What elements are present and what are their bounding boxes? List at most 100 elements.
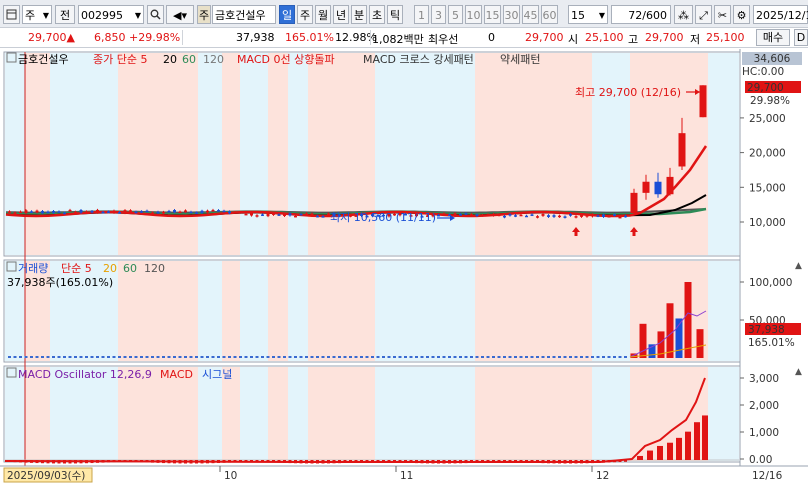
candle — [316, 215, 319, 218]
volume-bar — [277, 356, 281, 358]
scroll-up-icon[interactable]: ▲ — [795, 367, 802, 377]
candle — [503, 215, 506, 218]
period-tab-3[interactable]: 년 — [333, 5, 349, 24]
candle — [519, 214, 523, 217]
month-tick: 10 — [224, 470, 237, 482]
volume-bar — [563, 356, 567, 358]
page-count-field[interactable]: 72/600 — [611, 5, 671, 24]
candle — [68, 209, 72, 212]
volume-bar — [305, 356, 308, 358]
more-button[interactable]: D — [794, 29, 808, 46]
volume-bar — [371, 356, 374, 358]
price-tick: 20,000 — [749, 148, 786, 160]
up-arrow-icon: ▲ — [66, 31, 75, 44]
volume-bar — [448, 356, 451, 358]
volume-bar — [574, 356, 578, 358]
legend-volume-ma: 단순 5 — [61, 262, 92, 275]
buy-button[interactable]: 매수 — [756, 29, 790, 46]
volume-bar — [343, 356, 347, 358]
volume-bar — [486, 356, 490, 358]
candle — [492, 214, 495, 216]
forward-icon[interactable]: ⤢ — [695, 5, 712, 24]
candle — [85, 211, 88, 213]
stock-chart[interactable]: 25,000 20,000 15,000 10,000 100,00050,000 3… — [0, 49, 808, 485]
market-select[interactable]: 주 ▼ — [22, 5, 52, 24]
legend-macd-line: MACD — [160, 368, 193, 381]
volume-bar — [90, 356, 94, 358]
period-tab-5[interactable]: 초 — [369, 5, 385, 24]
interval-button-1[interactable]: 1 — [414, 5, 429, 24]
candle — [666, 176, 674, 195]
candle — [481, 215, 484, 217]
volume-bar — [365, 356, 369, 358]
volume-bar — [552, 356, 556, 358]
candle — [74, 211, 77, 214]
volume-bar — [112, 356, 116, 358]
stock-code-input[interactable]: 002995 ▼ — [78, 5, 144, 24]
interval-button-5[interactable]: 5 — [448, 5, 463, 24]
volume-bar — [338, 356, 341, 358]
back-icon[interactable]: ⁂ — [674, 5, 693, 24]
dropdown-arrow-icon: ▼ — [134, 11, 141, 20]
candle — [607, 216, 611, 218]
legend-macd: MACD Oscillator 12,26,9 — [18, 368, 152, 381]
candle — [283, 213, 286, 217]
stock-badge: 주 — [197, 5, 211, 24]
scroll-up-icon[interactable]: ▲ — [795, 261, 802, 271]
macd-bar — [694, 422, 700, 460]
interval-select[interactable]: 15 ▼ — [568, 5, 608, 24]
draw-tool-icon[interactable]: ✂ — [714, 5, 731, 24]
volume-bar — [189, 356, 193, 358]
interval-button-3[interactable]: 3 — [431, 5, 446, 24]
period-tab-4[interactable]: 분 — [351, 5, 367, 24]
candle — [574, 216, 578, 218]
speaker-icon[interactable]: ◀▾ — [166, 5, 194, 24]
candle — [596, 215, 600, 217]
candle — [580, 215, 583, 217]
period-tab-2[interactable]: 월 — [315, 5, 331, 24]
volume-bar — [46, 356, 50, 358]
volume-bar — [607, 356, 611, 358]
volume-bar — [173, 356, 176, 358]
prev-button[interactable]: 전 — [55, 5, 75, 24]
candle — [134, 211, 138, 214]
volume-bar — [666, 303, 674, 358]
settings-icon[interactable]: ⚙ — [733, 5, 750, 24]
candle — [118, 212, 121, 214]
interval-button-30[interactable]: 30 — [503, 5, 520, 24]
period-tab-0[interactable]: 일 — [279, 5, 295, 24]
volume-bar — [261, 356, 264, 358]
candle — [299, 213, 303, 216]
volume-bar — [299, 356, 303, 358]
candle — [178, 211, 182, 214]
period-tab-1[interactable]: 주 — [297, 5, 313, 24]
candle — [123, 210, 127, 214]
period-tab-6[interactable]: 틱 — [387, 5, 403, 24]
volume-bar — [624, 356, 627, 358]
volume-bar — [354, 356, 358, 358]
volume-bar — [206, 356, 209, 358]
candle — [112, 210, 116, 213]
interval-button-15[interactable]: 15 — [484, 5, 501, 24]
candle — [222, 210, 226, 213]
candle — [46, 211, 50, 214]
candle — [173, 210, 176, 213]
volume-bar — [123, 356, 127, 358]
volume-bar — [101, 356, 105, 358]
best-bid-qty: 0 — [488, 31, 495, 44]
candle — [310, 213, 314, 216]
candle — [189, 211, 193, 214]
search-icon[interactable] — [147, 5, 164, 24]
stock-name-field[interactable]: 금호건설우 — [212, 5, 276, 24]
candle — [145, 210, 149, 213]
interval-button-45[interactable]: 45 — [522, 5, 539, 24]
candle — [453, 213, 457, 217]
interval-button-60[interactable]: 60 — [541, 5, 558, 24]
divider — [182, 30, 183, 45]
window-icon[interactable] — [3, 5, 20, 24]
interval-button-10[interactable]: 10 — [465, 5, 482, 24]
amount: 1,082백만 — [372, 33, 424, 46]
candle — [294, 215, 297, 218]
candle — [678, 133, 686, 167]
date-input[interactable]: 2025/12/1 — [753, 5, 808, 24]
